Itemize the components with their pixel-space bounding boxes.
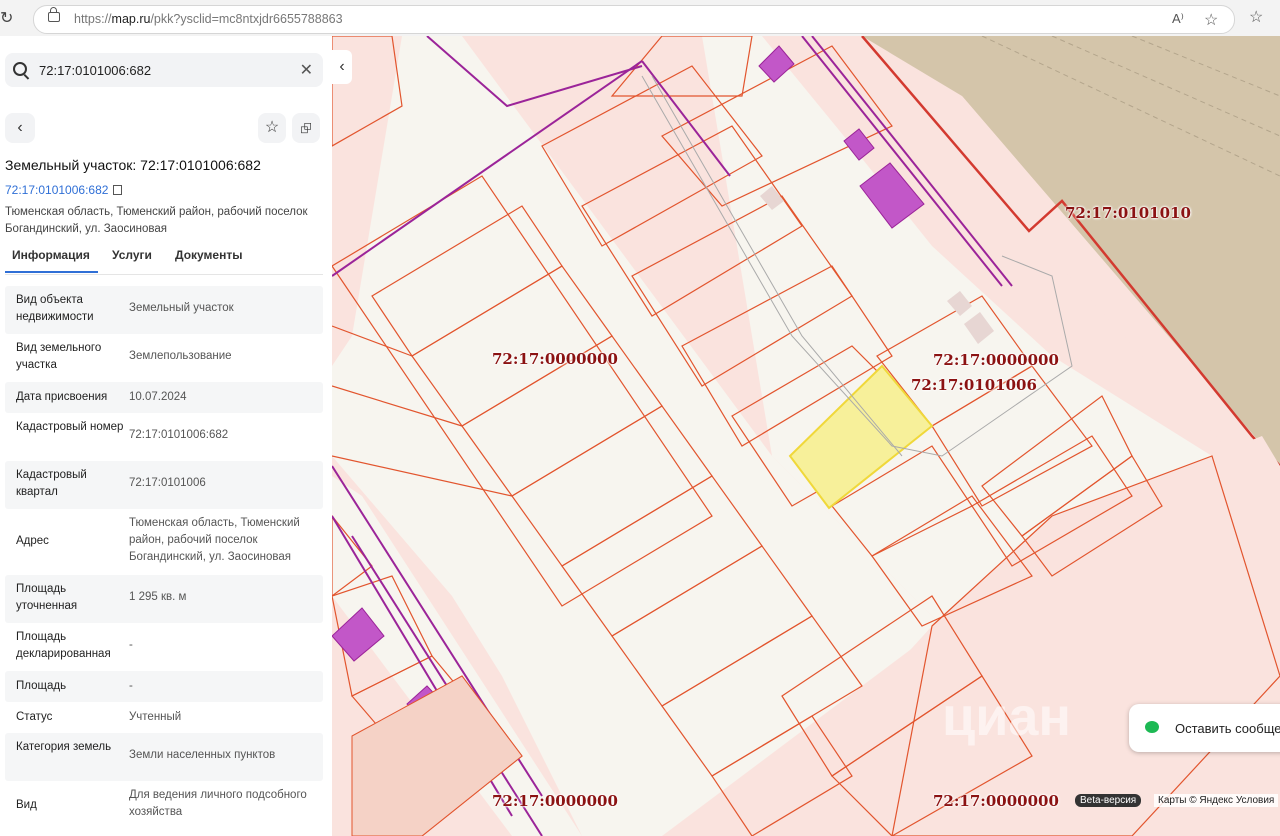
favorite-star-icon[interactable]: ☆ [1204, 10, 1218, 30]
search-box[interactable]: 72:17:0101006:682 ✕ [5, 53, 323, 87]
cadastral-label: 72:17:0000000 [492, 350, 618, 368]
table-row: Вид земельного участка Землепользование [16, 342, 232, 371]
browser-toolbar: ↻ https://map.ru/pkk?ysclid=mc8ntxjdr665… [0, 0, 1280, 37]
bookmark-button[interactable]: ☆ [258, 113, 286, 143]
search-input[interactable]: 72:17:0101006:682 [39, 63, 151, 78]
search-icon [13, 62, 27, 76]
table-row: Статус Учтенный [16, 711, 182, 723]
object-title: Земельный участок: 72:17:0101006:682 [5, 157, 261, 173]
table-row: Вид Для ведения личного подсобного хозяйс… [16, 789, 307, 818]
watermark: циан [942, 687, 1072, 747]
cadastral-label: 72:17:0000000 [492, 792, 618, 810]
table-row: Кадастровый квартал 72:17:0101006 [5, 461, 323, 509]
cadastral-map[interactable]: ‹ 72:17:0101010 72:17:0000000 72:17:0000… [332, 36, 1280, 836]
cadastral-label: 72:17:0000000 [933, 792, 1059, 810]
table-row: Площадь уточненная 1 295 кв. м [5, 575, 323, 623]
properties-table: Вид объекта недвижимости Земельный участо… [5, 286, 323, 829]
table-row: Вид объекта недвижимости Земельный участо… [5, 286, 323, 334]
collapse-panel-button[interactable]: ‹ [332, 50, 352, 84]
share-button[interactable]: ⮺ [292, 113, 320, 143]
cadastral-label: 72:17:0101010 [1065, 204, 1191, 222]
tab-services[interactable]: Услуги [112, 248, 152, 262]
chat-icon [1145, 721, 1159, 733]
table-row: Кадастровый номер 72:17:0101006:682 [16, 421, 229, 441]
favorites-bar-icon[interactable]: ☆ [1249, 7, 1263, 27]
table-row: Площадь - [5, 671, 323, 702]
table-row: Категория земель Земли населенных пунктов [5, 733, 323, 781]
tab-documents[interactable]: Документы [175, 248, 242, 262]
cadastral-label: 72:17:0000000 [933, 351, 1059, 369]
address-bar[interactable]: https://map.ru/pkk?ysclid=mc8ntxjdr66557… [33, 5, 1235, 34]
table-row: Адрес Тюменская область, Тюменский район,… [16, 517, 300, 563]
copy-icon[interactable] [113, 185, 123, 195]
lock-icon [48, 7, 60, 22]
beta-badge[interactable]: Beta-версия [1075, 794, 1142, 807]
url-text: https://map.ru/pkk?ysclid=mc8ntxjdr66557… [74, 12, 343, 26]
cadastral-number-link[interactable]: 72:17:0101006:682 [5, 183, 123, 197]
table-row: Дата присвоения 10.07.2024 [5, 382, 323, 413]
reload-icon[interactable]: ↻ [0, 8, 13, 28]
info-panel: 72:17:0101006:682 ✕ ‹ ☆ ⮺ Земельный учас… [0, 36, 332, 836]
tabs-divider [5, 274, 323, 275]
read-aloud-icon[interactable]: A⁾ [1172, 11, 1184, 27]
clear-icon[interactable]: ✕ [300, 60, 313, 80]
object-address: Тюменская область, Тюменский район, рабо… [5, 206, 308, 235]
cadastral-label: 72:17:0101006 [911, 376, 1037, 394]
leave-message-button[interactable]: Оставить сообще [1129, 704, 1280, 752]
tab-info[interactable]: Информация [5, 248, 98, 273]
table-row: Площадь декларированная - [16, 631, 133, 660]
map-copyright[interactable]: Карты © Яндекс Условия [1154, 794, 1279, 807]
back-button[interactable]: ‹ [5, 113, 35, 143]
